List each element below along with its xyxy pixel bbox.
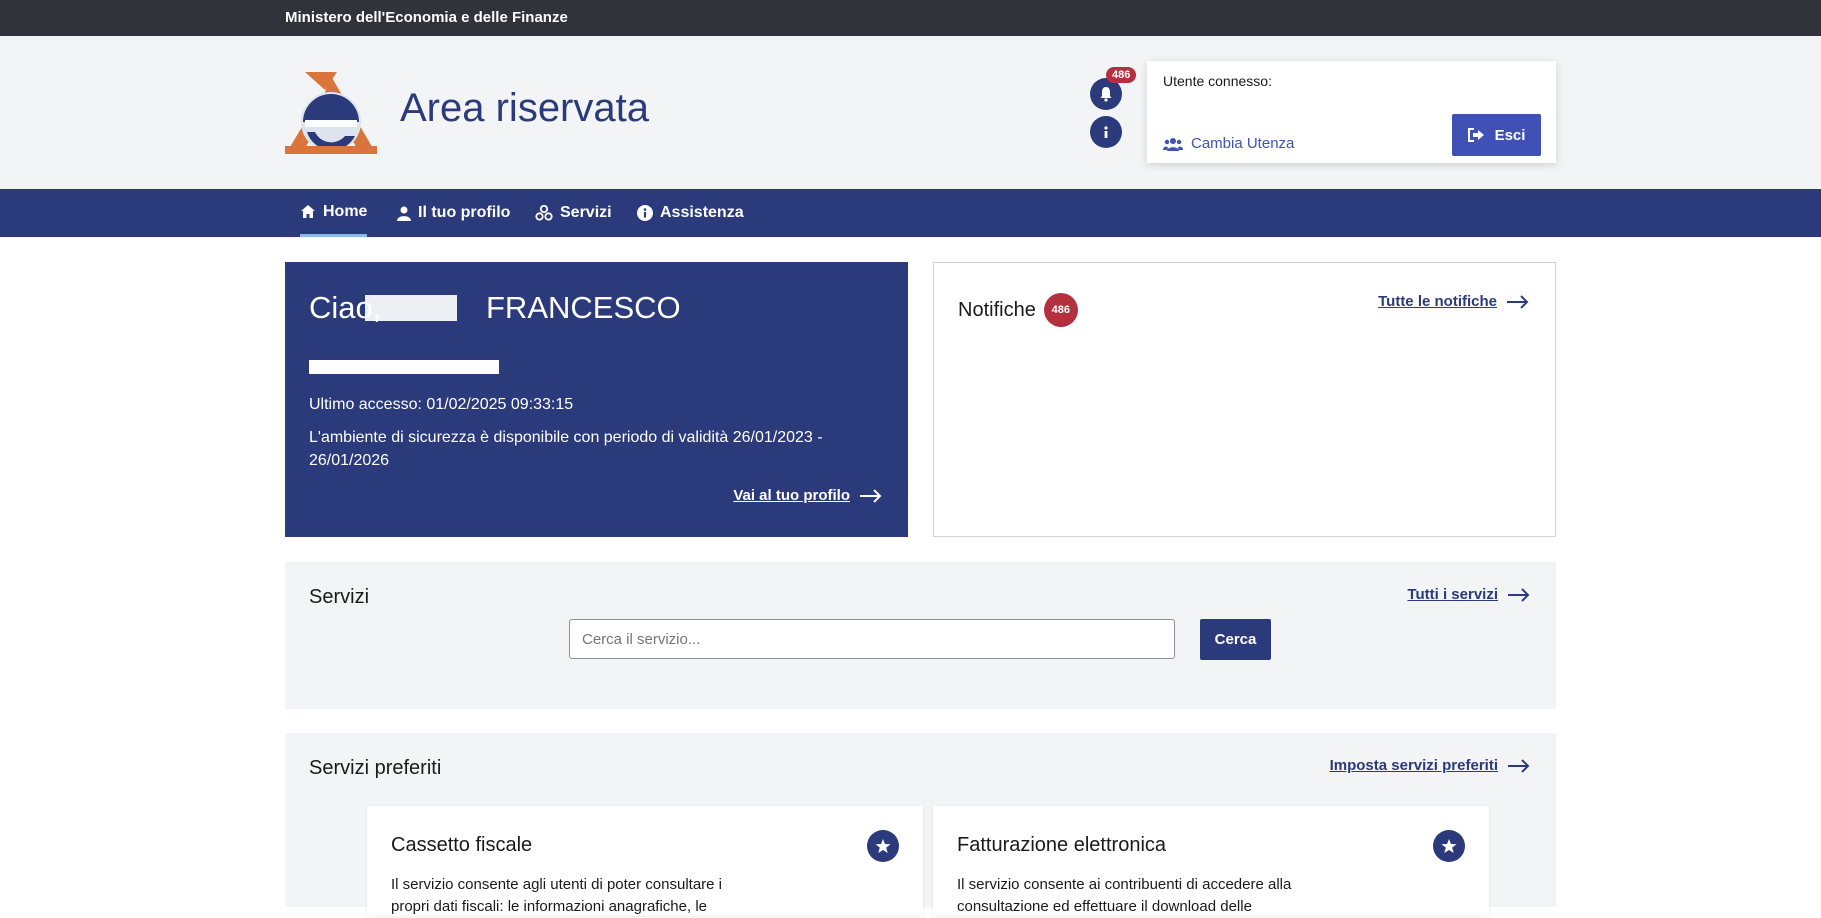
favorite-card-description: Il servizio consente agli utenti di pote… [391, 876, 723, 915]
last-access-text: Ultimo accesso: 01/02/2025 09:33:15 [309, 396, 574, 413]
set-favorites-label: Imposta servizi preferiti [1329, 757, 1498, 774]
page-title: Area riservata [400, 86, 649, 130]
notification-count-badge: 486 [1106, 67, 1137, 83]
favorite-services-section: Servizi preferiti Imposta servizi prefer… [285, 733, 1556, 916]
logout-icon [1467, 128, 1484, 142]
favorite-card-cassetto[interactable]: Cassetto fiscale Il servizio consente ag… [367, 806, 923, 916]
profile-link[interactable]: Vai al tuo profilo [733, 487, 882, 504]
user-icon [397, 206, 411, 221]
all-notifications-label: Tutte le notifiche [1378, 293, 1497, 310]
all-services-label: Tutti i servizi [1407, 586, 1498, 603]
service-search-input[interactable] [569, 619, 1175, 659]
greeting-name: FRANCESCO [486, 290, 681, 325]
ministry-topbar: Ministero dell'Economia e delle Finanze [0, 0, 1821, 36]
logout-button[interactable]: Esci [1452, 114, 1541, 156]
star-icon [875, 839, 891, 853]
search-button[interactable]: Cerca [1200, 619, 1271, 660]
nav-item-home[interactable]: Home [300, 189, 368, 237]
set-favorites-link[interactable]: Imposta servizi preferiti [1330, 757, 1530, 774]
users-icon [1163, 137, 1183, 151]
services-section: Servizi Tutti i servizi Cerca [285, 562, 1556, 709]
logout-label: Esci [1494, 126, 1526, 144]
nav-label-home: Home [323, 202, 368, 220]
arrow-right-icon [1507, 294, 1529, 309]
redacted-tax-code [309, 360, 499, 374]
favorite-card-title: Fatturazione elettronica [957, 834, 1167, 856]
arrow-right-icon [860, 488, 882, 503]
favorite-card-description: Il servizio consente ai contribuenti di … [957, 876, 1292, 915]
favorite-star-button[interactable] [867, 830, 899, 862]
nav-item-services[interactable]: Servizi [535, 189, 612, 237]
star-icon [1441, 839, 1457, 853]
services-icon [535, 205, 553, 221]
favorite-card-title: Cassetto fiscale [391, 834, 533, 856]
nav-label-services: Servizi [560, 204, 612, 221]
nav-label-assistance: Assistenza [660, 204, 744, 221]
info-icon [1104, 126, 1108, 138]
notifications-card: Notifiche 486 Tutte le notifiche [933, 262, 1556, 537]
favorite-star-button[interactable] [1433, 830, 1465, 862]
nav-item-profile[interactable]: Il tuo profilo [397, 189, 510, 237]
security-validity-text: L'ambiente di sicurezza è disponibile co… [309, 429, 823, 469]
info-icon [637, 205, 653, 221]
agenzia-entrate-logo[interactable] [285, 72, 377, 154]
switch-user-link[interactable]: Cambia Utenza [1163, 135, 1294, 152]
bell-icon [1100, 87, 1112, 102]
connected-user-label: Utente connesso: [1163, 73, 1272, 89]
profile-link-label: Vai al tuo profilo [733, 487, 850, 504]
redacted-user-name [1282, 73, 1462, 95]
notifications-heading: Notifiche 486 [958, 293, 1078, 327]
notifications-count-badge: 486 [1043, 293, 1078, 327]
switch-user-label: Cambia Utenza [1191, 135, 1295, 152]
redacted-surname [365, 295, 457, 321]
nav-label-profile: Il tuo profilo [418, 204, 511, 221]
all-services-link[interactable]: Tutti i servizi [1407, 586, 1530, 603]
home-icon [301, 205, 315, 218]
favorite-card-fatturazione[interactable]: Fatturazione elettronica Il servizio con… [933, 806, 1489, 916]
services-title: Servizi [309, 586, 370, 608]
main-navigation: Home Il tuo profilo Servizi Assistenza [0, 189, 1821, 237]
favorite-services-title: Servizi preferiti [309, 757, 442, 779]
all-notifications-link[interactable]: Tutte le notifiche [1378, 293, 1529, 310]
info-button[interactable] [1090, 116, 1122, 148]
notifications-title: Notifiche [958, 298, 1036, 321]
arrow-right-icon [1508, 758, 1530, 773]
welcome-card: Ciao, FRANCESCO Ultimo accesso: 01/02/20… [285, 262, 908, 537]
user-panel: Utente connesso: Cambia Utenza Esci [1147, 61, 1556, 163]
ministry-name: Ministero dell'Economia e delle Finanze [285, 9, 568, 26]
nav-item-assistance[interactable]: Assistenza [637, 189, 744, 237]
arrow-right-icon [1508, 587, 1530, 602]
